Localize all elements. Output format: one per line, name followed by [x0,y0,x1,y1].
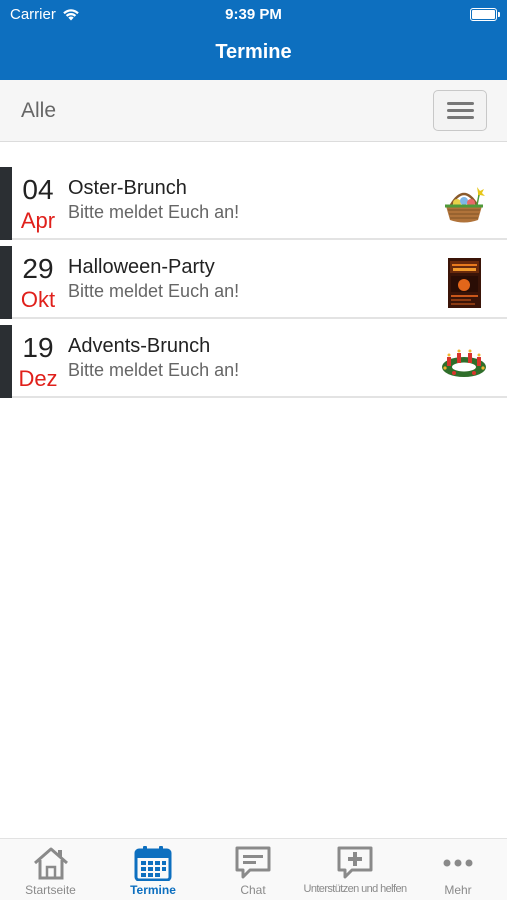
tab-label: Unterstützen und helfen [303,883,407,895]
chat-icon [235,846,271,879]
tab-termine[interactable]: Termine [101,839,205,900]
battery-icon [470,8,500,21]
filter-bar: Alle [0,80,507,142]
event-day: 29 [22,253,54,284]
advent-wreath-icon [442,349,486,377]
filter-label[interactable]: Alle [21,99,56,123]
tab-label: Mehr [444,883,472,897]
page-title: Termine [215,41,292,63]
tab-label: Startseite [25,883,76,897]
event-subtitle: Bitte meldet Euch an! [68,281,240,301]
home-icon [33,847,68,880]
event-day: 04 [22,174,54,205]
easter-basket-icon [445,187,485,223]
hamburger-icon [447,102,474,105]
calendar-icon [134,846,172,881]
tab-bar: Startseite Termine Chat Unterstützen und… [0,838,507,900]
date-accent-bar [0,167,12,240]
event-subtitle: Bitte meldet Euch an! [68,202,240,222]
event-row-advents-brunch[interactable]: 19 Dez Advents-Brunch Bitte meldet Euch … [0,325,507,398]
event-month: Dez [18,366,58,391]
event-day: 19 [22,332,54,363]
event-subtitle: Bitte meldet Euch an! [68,360,240,380]
filter-menu-button[interactable] [433,90,487,131]
tab-mehr[interactable]: Mehr [409,839,507,900]
event-title: Halloween-Party [68,256,215,278]
more-icon [443,859,473,867]
support-chat-icon [337,846,373,879]
tab-chat[interactable]: Chat [205,839,301,900]
event-list: 04 Apr Oster-Brunch Bitte meldet Euch an… [0,167,507,404]
tab-unterstuetzen[interactable]: Unterstützen und helfen [301,839,409,900]
event-title: Advents-Brunch [68,335,211,357]
status-bar: Carrier 9:39 PM [0,0,507,28]
date-accent-bar [0,325,12,398]
event-title: Oster-Brunch [68,177,187,199]
event-row-oster-brunch[interactable]: 04 Apr Oster-Brunch Bitte meldet Euch an… [0,167,507,240]
halloween-poster-icon [448,258,481,308]
app-header: Carrier 9:39 PM Termine [0,0,507,80]
tab-label: Chat [240,883,266,897]
event-row-halloween-party[interactable]: 29 Okt Halloween-Party Bitte meldet Euch… [0,246,507,319]
tab-label: Termine [130,883,176,897]
event-month: Okt [20,287,56,312]
tab-startseite[interactable]: Startseite [0,839,101,900]
status-time: 9:39 PM [225,6,282,23]
event-month: Apr [20,208,56,233]
date-accent-bar [0,246,12,319]
